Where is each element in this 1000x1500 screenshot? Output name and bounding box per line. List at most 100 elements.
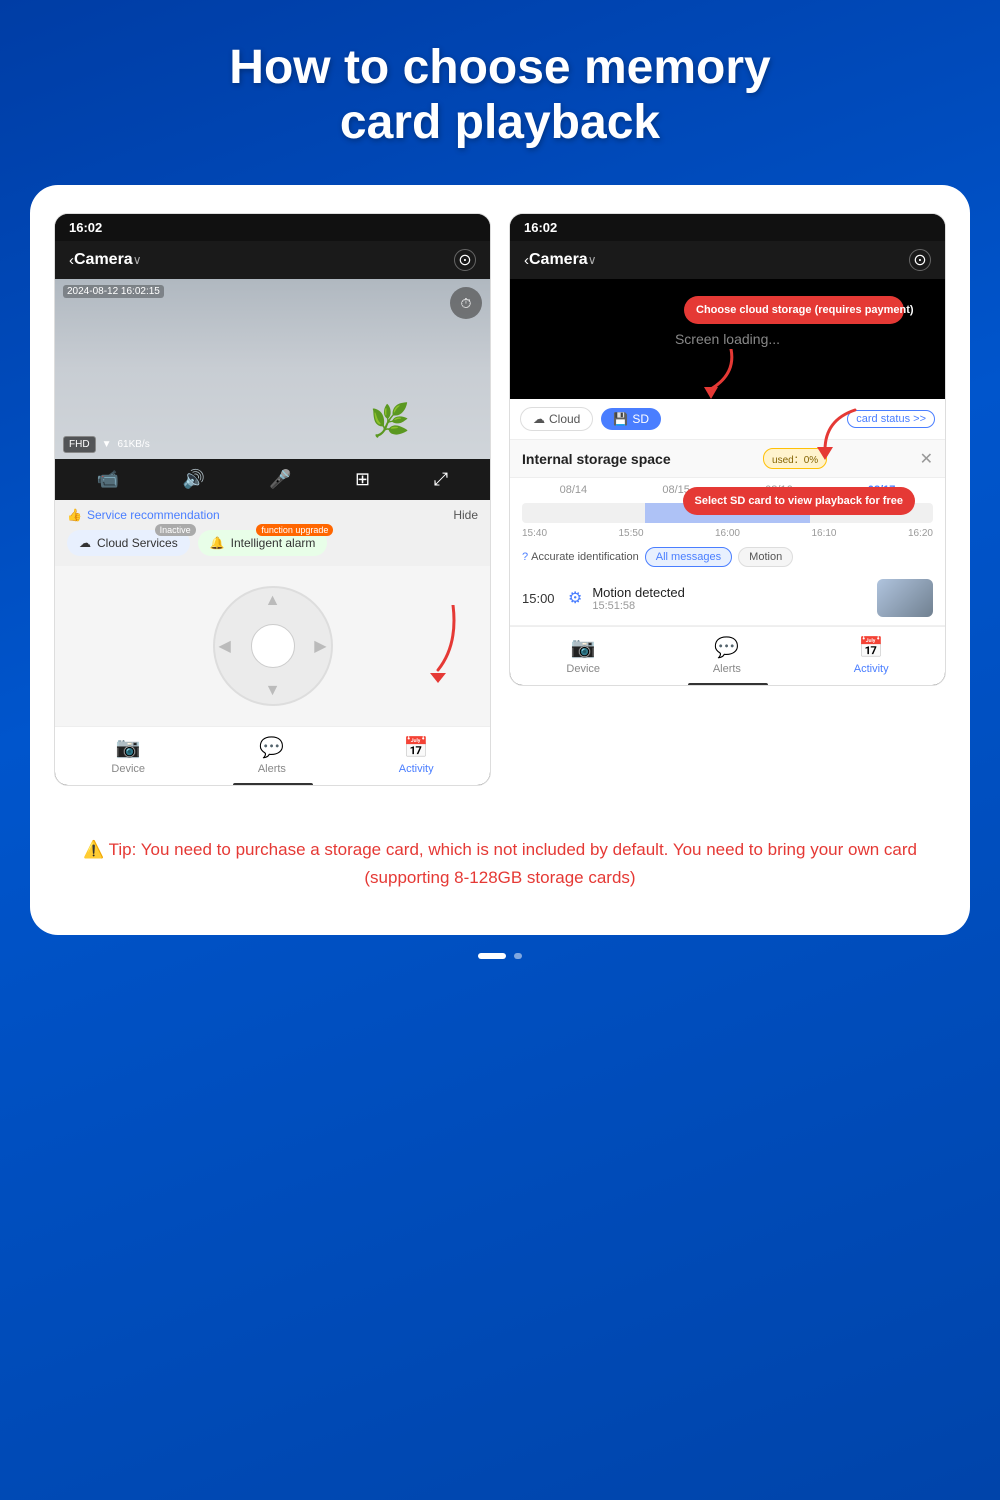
warning-icon: ⚠️ [83, 840, 104, 859]
tab-sd[interactable]: 💾 SD [601, 408, 661, 430]
dot-2[interactable] [514, 953, 522, 959]
left-status-bar: 16:02 [55, 214, 490, 241]
rec-services: ☁ Cloud Services Inactive 🔔 Intelligent … [55, 530, 490, 566]
video-icon[interactable]: 📹 [97, 469, 119, 490]
quality-arrow-icon: ▼ [102, 439, 112, 450]
cloud-icon: ☁ [79, 536, 91, 550]
right-home-indicator-bar [510, 679, 945, 685]
alarm-button[interactable]: 🔔 Intelligent alarm function upgrade [198, 530, 328, 556]
fullscreen-icon[interactable]: ⤢ [434, 469, 448, 490]
left-home-indicator-bar [55, 779, 490, 785]
time-1610: 16:10 [811, 528, 836, 539]
right-nav-device[interactable]: 📷 Device [566, 635, 600, 675]
dpad-center[interactable] [251, 624, 295, 668]
tip-content: Tip: You need to purchase a storage card… [109, 840, 917, 886]
camera-view: 2024-08-12 16:02:15 🌿 ⏱ FHD ▼ 61KB/s [55, 279, 490, 459]
right-status-bar: 16:02 [510, 214, 945, 241]
nav-device[interactable]: 📷 Device [111, 735, 145, 775]
nav-device-label: Device [111, 763, 145, 775]
filter-all-btn[interactable]: All messages [645, 547, 732, 567]
dpad[interactable]: ▲ ▼ ◀ ▶ [213, 586, 333, 706]
nav-activity[interactable]: 📅 Activity [399, 735, 434, 775]
dpad-right-icon[interactable]: ▶ [314, 636, 326, 656]
event-info: Motion detected 15:51:58 [592, 585, 867, 612]
time-1620: 16:20 [908, 528, 933, 539]
left-phone: 16:02 ‹ Camera ∨ ⊙ 2024-08-12 16:02:15 🌿… [54, 213, 491, 786]
phones-row: 16:02 ‹ Camera ∨ ⊙ 2024-08-12 16:02:15 🌿… [54, 213, 946, 786]
tab-cloud[interactable]: ☁ Cloud [520, 407, 593, 431]
nav-alerts-label: Alerts [258, 763, 286, 775]
event-title: Motion detected [592, 585, 867, 600]
right-phone: 16:02 ‹ Camera ∨ ⊙ Screen loading... Cho… [509, 213, 946, 686]
nav-activity-label: Activity [399, 763, 434, 775]
dot-1[interactable] [478, 953, 506, 959]
camera-quality: FHD ▼ 61KB/s [63, 436, 150, 453]
settings-icon[interactable]: ⊙ [454, 249, 476, 271]
event-time: 15:00 [522, 591, 558, 606]
alarm-btn-label: Intelligent alarm [231, 536, 316, 550]
sd-arrow-svg [805, 405, 865, 470]
kb-speed: 61KB/s [117, 439, 149, 450]
sd-storage-section: ☁ Cloud 💾 SD card status >> Internal sto… [510, 399, 945, 626]
date-08-14[interactable]: 08/14 [522, 484, 625, 496]
ai-label: ? Accurate identification [522, 551, 639, 563]
right-alerts-icon: 💬 [714, 635, 739, 660]
crop-icon[interactable]: ⊞ [355, 469, 370, 490]
dpad-up-icon[interactable]: ▲ [265, 592, 281, 610]
cloud-annotation-bubble: Choose cloud storage (requires payment) [684, 296, 904, 324]
cloud-services-button[interactable]: ☁ Cloud Services Inactive [67, 530, 190, 556]
dpad-left-icon[interactable]: ◀ [219, 636, 231, 656]
internal-storage-bar: Internal storage space used：0% ✕ [510, 440, 945, 478]
right-home-indicator [688, 683, 768, 686]
fhd-badge: FHD [63, 436, 96, 453]
cloud-arrow-svg [701, 349, 751, 404]
home-indicator [233, 783, 313, 786]
filter-motion-btn[interactable]: Motion [738, 547, 793, 567]
speaker-icon[interactable]: 🔊 [183, 469, 205, 490]
right-nav-alerts[interactable]: 💬 Alerts [713, 635, 741, 675]
right-chevron-icon[interactable]: ∨ [588, 253, 597, 267]
alerts-icon: 💬 [259, 735, 284, 760]
close-icon[interactable]: ✕ [920, 449, 933, 469]
event-row[interactable]: 15:00 ⚙ Motion detected 15:51:58 [510, 571, 945, 626]
mic-icon[interactable]: 🎤 [269, 469, 291, 490]
right-bottom-nav: 📷 Device 💬 Alerts 📅 Activity [510, 626, 945, 679]
right-phone-wrapper: 16:02 ‹ Camera ∨ ⊙ Screen loading... Cho… [509, 213, 946, 786]
ai-filter-row: ? Accurate identification All messages M… [510, 543, 945, 571]
tip-text: ⚠️ Tip: You need to purchase a storage c… [78, 836, 922, 890]
chevron-down-icon[interactable]: ∨ [133, 253, 142, 267]
activity-arrow-annotation [408, 605, 468, 690]
nav-alerts[interactable]: 💬 Alerts [258, 735, 286, 775]
right-nav-bar: ‹ Camera ∨ ⊙ [510, 241, 945, 279]
loading-text: Screen loading... [675, 331, 780, 347]
storage-tabs: ☁ Cloud 💾 SD card status >> [510, 399, 945, 440]
activity-icon: 📅 [404, 735, 429, 760]
phone-controls: 📹 🔊 🎤 ⊞ ⤢ [55, 459, 490, 500]
main-card: 16:02 ‹ Camera ∨ ⊙ 2024-08-12 16:02:15 🌿… [30, 185, 970, 934]
sd-annotation-bubble: Select SD card to view playback for free [683, 487, 915, 515]
event-thumb-image [877, 579, 933, 617]
alarm-icon: 🔔 [210, 536, 225, 550]
right-nav-activity[interactable]: 📅 Activity [854, 635, 889, 675]
dpad-down-icon[interactable]: ▼ [265, 682, 281, 700]
timer-icon: ⏱ [450, 287, 482, 319]
time-1600: 16:00 [715, 528, 740, 539]
thumb-up-icon: 👍 [67, 508, 82, 522]
left-nav-bar: ‹ Camera ∨ ⊙ [55, 241, 490, 279]
camera-tree-icon: 🌿 [370, 401, 410, 439]
hide-label[interactable]: Hide [453, 508, 478, 522]
right-nav-title: Camera [529, 251, 588, 269]
event-motion-icon: ⚙ [568, 588, 582, 608]
right-activity-icon: 📅 [859, 635, 884, 660]
cloud-tab-label: Cloud [549, 412, 580, 426]
page-dots [478, 953, 522, 959]
page-title: How to choose memory card playback [229, 40, 770, 150]
time-1550: 15:50 [618, 528, 643, 539]
right-settings-icon[interactable]: ⊙ [909, 249, 931, 271]
timeline-labels: 15:40 15:50 16:00 16:10 16:20 [510, 528, 945, 543]
left-bottom-nav: 📷 Device 💬 Alerts 📅 Activity [55, 726, 490, 779]
rec-label: Service recommendation [87, 508, 220, 522]
cloud-tab-icon: ☁ [533, 412, 545, 426]
camera-timestamp: 2024-08-12 16:02:15 [63, 285, 164, 298]
question-icon: ? [522, 551, 528, 563]
